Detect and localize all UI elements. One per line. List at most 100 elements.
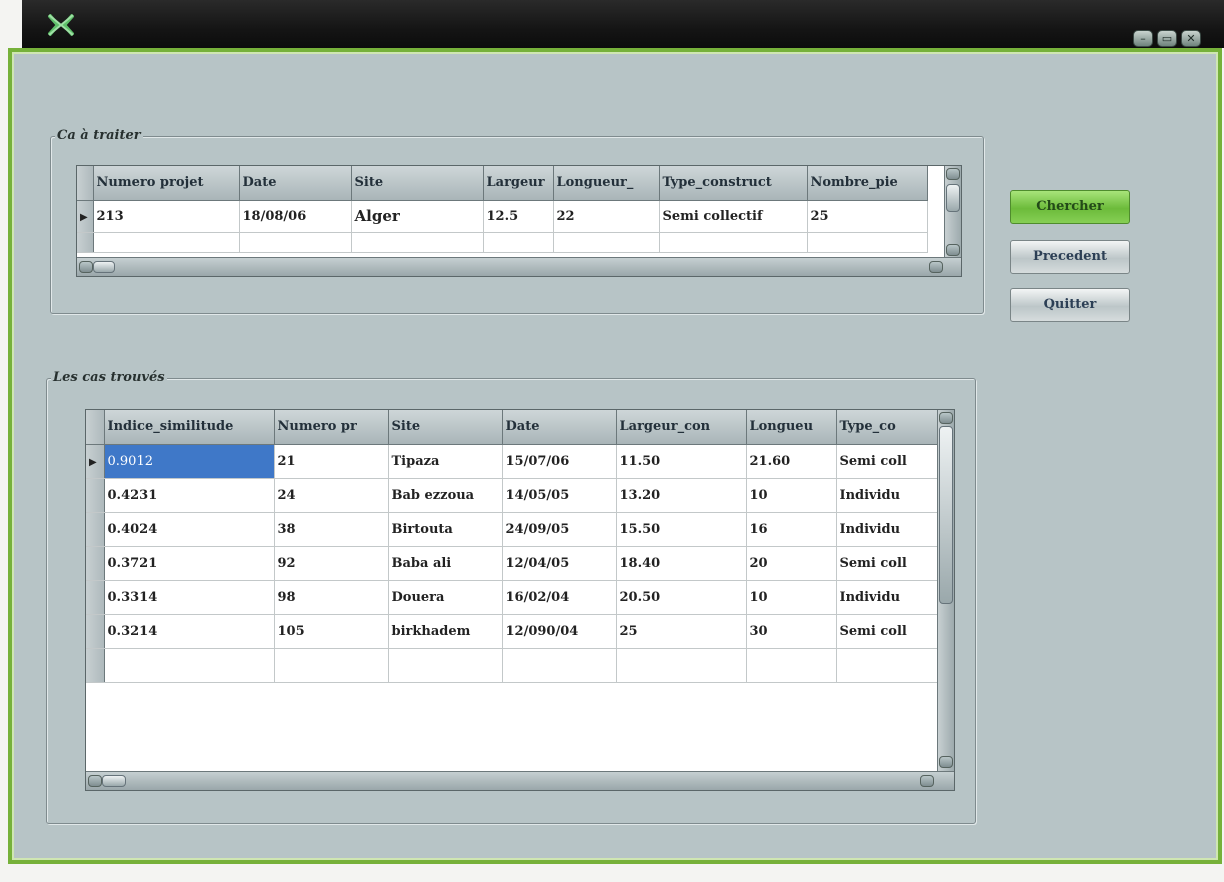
table-cell[interactable]: Individu — [836, 512, 941, 547]
table-cell[interactable]: 14/05/05 — [502, 478, 617, 513]
scroll-thumb[interactable] — [939, 426, 953, 604]
horizontal-scrollbar[interactable] — [86, 771, 954, 790]
table-cell[interactable]: Bab ezzoua — [388, 478, 503, 513]
table-cell[interactable]: 0.4024 — [104, 512, 275, 547]
scroll-left-icon[interactable] — [88, 775, 102, 787]
scroll-up-icon[interactable] — [946, 168, 960, 180]
column-header[interactable]: Longueu — [746, 410, 837, 445]
vertical-scrollbar[interactable] — [937, 410, 954, 772]
column-header[interactable]: Site — [351, 166, 484, 201]
table-cell[interactable]: 16/02/04 — [502, 580, 617, 615]
scroll-thumb[interactable] — [946, 184, 960, 212]
table-cell[interactable]: 13.20 — [616, 478, 747, 513]
table-cell[interactable]: birkhadem — [388, 614, 503, 649]
table-cell[interactable]: Semi coll — [836, 546, 941, 581]
column-header[interactable]: Site — [388, 410, 503, 445]
table-cell[interactable]: 18/08/06 — [239, 200, 352, 233]
table-cell[interactable]: 30 — [746, 614, 837, 649]
table-cell-selected[interactable]: 0.9012 — [104, 444, 275, 479]
column-header[interactable]: Nombre_pie — [807, 166, 928, 201]
vertical-scrollbar[interactable] — [944, 166, 961, 258]
table-cell[interactable] — [483, 232, 554, 253]
table-cell[interactable] — [104, 648, 275, 683]
column-header[interactable]: Date — [239, 166, 352, 201]
table-cell[interactable]: 24 — [274, 478, 389, 513]
table-cell[interactable]: 105 — [274, 614, 389, 649]
table-cell[interactable] — [351, 232, 484, 253]
table-cell[interactable]: 12/090/04 — [502, 614, 617, 649]
minimize-icon[interactable]: – — [1133, 30, 1153, 47]
table-cell[interactable]: 213 — [93, 200, 240, 233]
quit-button[interactable]: Quitter — [1010, 288, 1130, 322]
table-cell[interactable]: Tipaza — [388, 444, 503, 479]
table-cell[interactable]: Alger — [351, 200, 484, 233]
table-cell[interactable]: Semi coll — [836, 444, 941, 479]
search-button[interactable]: Chercher — [1010, 190, 1130, 224]
table-cell[interactable] — [616, 648, 747, 683]
table-cell[interactable]: 0.3214 — [104, 614, 275, 649]
table-cell[interactable]: 25 — [807, 200, 928, 233]
table-row-empty[interactable] — [86, 648, 941, 683]
table-cell[interactable]: 24/09/05 — [502, 512, 617, 547]
table-cell[interactable]: 16 — [746, 512, 837, 547]
table-cell[interactable]: 0.3721 — [104, 546, 275, 581]
table-cell[interactable] — [836, 648, 941, 683]
scroll-up-icon[interactable] — [939, 412, 953, 424]
column-header[interactable]: Type_construct — [659, 166, 808, 201]
table-cell[interactable]: 25 — [616, 614, 747, 649]
column-header[interactable]: Indice_similitude — [104, 410, 275, 445]
table-cell[interactable]: 12.5 — [483, 200, 554, 233]
table-cell[interactable]: 21.60 — [746, 444, 837, 479]
table-cell[interactable]: 20 — [746, 546, 837, 581]
table-row[interactable]: ▶ 0.9012 21 Tipaza 15/07/06 11.50 21.60 … — [86, 444, 941, 479]
table-cell[interactable]: 0.4231 — [104, 478, 275, 513]
table-cell[interactable] — [388, 648, 503, 683]
table-cell[interactable]: 92 — [274, 546, 389, 581]
column-header[interactable]: Type_co — [836, 410, 941, 445]
previous-button[interactable]: Precedent — [1010, 240, 1130, 274]
scroll-left-icon[interactable] — [79, 261, 93, 273]
scroll-down-icon[interactable] — [939, 756, 953, 768]
table-cell[interactable]: 15/07/06 — [502, 444, 617, 479]
maximize-icon[interactable]: ▭ — [1157, 30, 1177, 47]
table-cell[interactable]: 22 — [553, 200, 660, 233]
close-icon[interactable]: ✕ — [1181, 30, 1201, 47]
table-cell[interactable] — [659, 232, 808, 253]
table-cell[interactable] — [746, 648, 837, 683]
table-cell[interactable]: 10 — [746, 478, 837, 513]
table-row[interactable]: 0.3214 105 birkhadem 12/090/04 25 30 Sem… — [86, 614, 941, 649]
table-row[interactable]: 0.3721 92 Baba ali 12/04/05 18.40 20 Sem… — [86, 546, 941, 581]
table-cell[interactable] — [239, 232, 352, 253]
table-row[interactable]: 0.3314 98 Douera 16/02/04 20.50 10 Indiv… — [86, 580, 941, 615]
found-cases-grid[interactable]: Indice_similitude Numero pr Site Date La… — [85, 409, 955, 791]
table-cell[interactable]: 98 — [274, 580, 389, 615]
table-row[interactable]: 0.4231 24 Bab ezzoua 14/05/05 13.20 10 I… — [86, 478, 941, 513]
table-cell[interactable]: Baba ali — [388, 546, 503, 581]
table-cell[interactable]: Semi coll — [836, 614, 941, 649]
column-header[interactable]: Numero pr — [274, 410, 389, 445]
column-header[interactable]: Numero projet — [93, 166, 240, 201]
table-cell[interactable]: 0.3314 — [104, 580, 275, 615]
scroll-thumb[interactable] — [93, 261, 115, 273]
table-cell[interactable]: 10 — [746, 580, 837, 615]
table-cell[interactable]: 20.50 — [616, 580, 747, 615]
column-header[interactable]: Largeur — [483, 166, 554, 201]
column-header[interactable]: Longueur_ — [553, 166, 660, 201]
table-cell[interactable]: 18.40 — [616, 546, 747, 581]
table-cell[interactable]: 38 — [274, 512, 389, 547]
table-cell[interactable]: 15.50 — [616, 512, 747, 547]
table-cell[interactable]: 21 — [274, 444, 389, 479]
scroll-thumb[interactable] — [102, 775, 126, 787]
case-to-process-grid[interactable]: Numero projet Date Site Largeur Longueur… — [76, 165, 962, 277]
table-cell[interactable]: Individu — [836, 478, 941, 513]
table-cell[interactable] — [807, 232, 928, 253]
horizontal-scrollbar[interactable] — [77, 257, 961, 276]
scroll-down-icon[interactable] — [946, 244, 960, 256]
table-cell[interactable] — [274, 648, 389, 683]
table-cell[interactable] — [502, 648, 617, 683]
table-cell[interactable]: Birtouta — [388, 512, 503, 547]
table-cell[interactable]: 11.50 — [616, 444, 747, 479]
table-cell[interactable]: Douera — [388, 580, 503, 615]
table-cell[interactable]: Semi collectif — [659, 200, 808, 233]
column-header[interactable]: Date — [502, 410, 617, 445]
